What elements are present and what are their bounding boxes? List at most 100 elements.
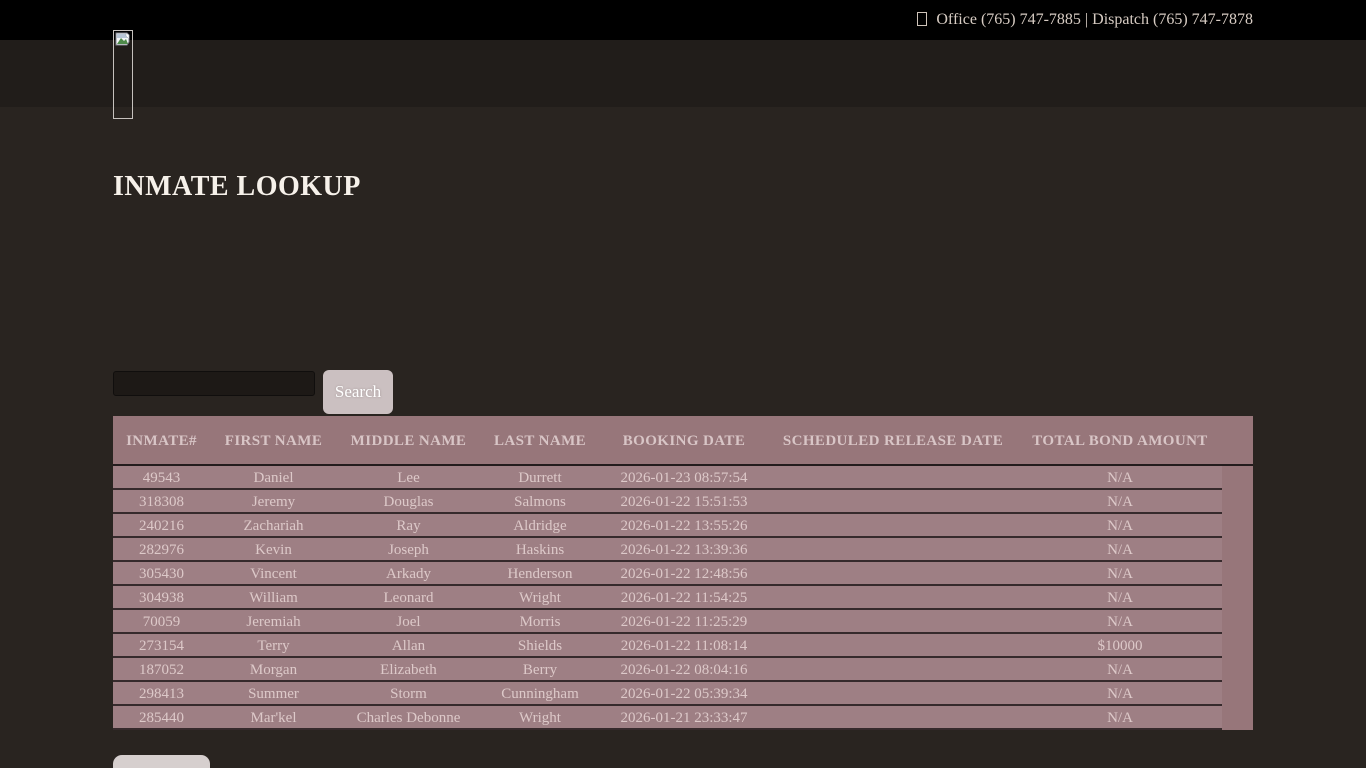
cell-scheduled-release-date: [768, 586, 1018, 608]
cell-last-name: Durrett: [480, 466, 600, 488]
cell-booking-date: 2026-01-22 15:51:53: [600, 490, 768, 512]
header-scheduled-release-date: SCHEDULED RELEASE DATE: [768, 416, 1018, 464]
cell-last-name: Cunningham: [480, 682, 600, 704]
cell-first-name: Kevin: [210, 538, 337, 560]
cell-last-name: Wright: [480, 706, 600, 728]
phone-icon: [917, 12, 927, 26]
cell-booking-date: 2026-01-22 13:55:26: [600, 514, 768, 536]
cell-inmate-number: 298413: [113, 682, 210, 704]
cell-booking-date: 2026-01-22 08:04:16: [600, 658, 768, 680]
cell-middle-name: Leonard: [337, 586, 480, 608]
cell-last-name: Shields: [480, 634, 600, 656]
header-inmate-number: INMATE#: [113, 416, 210, 464]
cell-first-name: Zachariah: [210, 514, 337, 536]
cell-scheduled-release-date: [768, 658, 1018, 680]
cell-total-bond-amount: N/A: [1018, 514, 1222, 536]
pagination-button[interactable]: Next: [113, 755, 210, 768]
cell-total-bond-amount: N/A: [1018, 562, 1222, 584]
table-body: 49543 Daniel Lee Durrett 2026-01-23 08:5…: [113, 466, 1222, 730]
cell-inmate-number: 70059: [113, 610, 210, 632]
cell-middle-name: Charles Debonne: [337, 706, 480, 728]
table-row[interactable]: 240216 Zachariah Ray Aldridge 2026-01-22…: [113, 514, 1222, 538]
cell-total-bond-amount: N/A: [1018, 490, 1222, 512]
cell-scheduled-release-date: [768, 538, 1018, 560]
cell-middle-name: Elizabeth: [337, 658, 480, 680]
table-row[interactable]: 318308 Jeremy Douglas Salmons 2026-01-22…: [113, 490, 1222, 514]
cell-scheduled-release-date: [768, 706, 1018, 728]
cell-inmate-number: 318308: [113, 490, 210, 512]
contact-bar: Office (765) 747-7885 | Dispatch (765) 7…: [0, 0, 1366, 40]
cell-total-bond-amount: N/A: [1018, 586, 1222, 608]
cell-last-name: Henderson: [480, 562, 600, 584]
cell-scheduled-release-date: [768, 634, 1018, 656]
cell-middle-name: Lee: [337, 466, 480, 488]
table-row[interactable]: 305430 Vincent Arkady Henderson 2026-01-…: [113, 562, 1222, 586]
header-last-name: LAST NAME: [480, 416, 600, 464]
cell-inmate-number: 282976: [113, 538, 210, 560]
cell-booking-date: 2026-01-22 13:39:36: [600, 538, 768, 560]
logo-link[interactable]: [113, 30, 133, 119]
cell-last-name: Berry: [480, 658, 600, 680]
cell-total-bond-amount: N/A: [1018, 658, 1222, 680]
cell-inmate-number: 240216: [113, 514, 210, 536]
cell-middle-name: Joseph: [337, 538, 480, 560]
cell-total-bond-amount: N/A: [1018, 610, 1222, 632]
cell-last-name: Aldridge: [480, 514, 600, 536]
broken-image-icon: [115, 32, 131, 46]
cell-first-name: Summer: [210, 682, 337, 704]
cell-middle-name: Douglas: [337, 490, 480, 512]
table-row[interactable]: 298413 Summer Storm Cunningham 2026-01-2…: [113, 682, 1222, 706]
nav-band: [0, 40, 1366, 107]
table-row[interactable]: 282976 Kevin Joseph Haskins 2026-01-22 1…: [113, 538, 1222, 562]
cell-first-name: Daniel: [210, 466, 337, 488]
page-title: INMATE LOOKUP: [113, 171, 361, 203]
cell-middle-name: Allan: [337, 634, 480, 656]
header-first-name: FIRST NAME: [210, 416, 337, 464]
cell-first-name: Mar'kel: [210, 706, 337, 728]
search-input[interactable]: [113, 371, 315, 396]
table-header-row: INMATE# FIRST NAME MIDDLE NAME LAST NAME…: [113, 416, 1253, 466]
cell-first-name: Terry: [210, 634, 337, 656]
table-row[interactable]: 285440 Mar'kel Charles Debonne Wright 20…: [113, 706, 1222, 730]
cell-middle-name: Joel: [337, 610, 480, 632]
cell-first-name: William: [210, 586, 337, 608]
cell-first-name: Morgan: [210, 658, 337, 680]
cell-first-name: Vincent: [210, 562, 337, 584]
header-total-bond-amount: TOTAL BOND AMOUNT: [1018, 416, 1222, 464]
table-row[interactable]: 70059 Jeremiah Joel Morris 2026-01-22 11…: [113, 610, 1222, 634]
table-row[interactable]: 304938 William Leonard Wright 2026-01-22…: [113, 586, 1222, 610]
table-row[interactable]: 187052 Morgan Elizabeth Berry 2026-01-22…: [113, 658, 1222, 682]
table-row[interactable]: 49543 Daniel Lee Durrett 2026-01-23 08:5…: [113, 466, 1222, 490]
contact-phone-text: Office (765) 747-7885 | Dispatch (765) 7…: [936, 11, 1253, 28]
header-booking-date: BOOKING DATE: [600, 416, 768, 464]
cell-booking-date: 2026-01-22 11:25:29: [600, 610, 768, 632]
cell-middle-name: Storm: [337, 682, 480, 704]
cell-first-name: Jeremy: [210, 490, 337, 512]
cell-scheduled-release-date: [768, 610, 1018, 632]
header-middle-name: MIDDLE NAME: [337, 416, 480, 464]
cell-inmate-number: 273154: [113, 634, 210, 656]
cell-total-bond-amount: N/A: [1018, 466, 1222, 488]
cell-middle-name: Arkady: [337, 562, 480, 584]
cell-total-bond-amount: N/A: [1018, 706, 1222, 728]
cell-inmate-number: 187052: [113, 658, 210, 680]
cell-first-name: Jeremiah: [210, 610, 337, 632]
cell-inmate-number: 285440: [113, 706, 210, 728]
cell-booking-date: 2026-01-22 11:08:14: [600, 634, 768, 656]
cell-scheduled-release-date: [768, 466, 1018, 488]
table-row[interactable]: 273154 Terry Allan Shields 2026-01-22 11…: [113, 634, 1222, 658]
cell-total-bond-amount: N/A: [1018, 538, 1222, 560]
inmate-table: INMATE# FIRST NAME MIDDLE NAME LAST NAME…: [113, 416, 1253, 730]
cell-booking-date: 2026-01-22 05:39:34: [600, 682, 768, 704]
cell-booking-date: 2026-01-23 08:57:54: [600, 466, 768, 488]
cell-scheduled-release-date: [768, 562, 1018, 584]
cell-inmate-number: 304938: [113, 586, 210, 608]
page: Office (765) 747-7885 | Dispatch (765) 7…: [0, 0, 1366, 768]
cell-booking-date: 2026-01-22 11:54:25: [600, 586, 768, 608]
cell-scheduled-release-date: [768, 490, 1018, 512]
cell-last-name: Salmons: [480, 490, 600, 512]
cell-booking-date: 2026-01-21 23:33:47: [600, 706, 768, 728]
cell-last-name: Wright: [480, 586, 600, 608]
search-button[interactable]: Search: [323, 370, 393, 414]
cell-total-bond-amount: N/A: [1018, 682, 1222, 704]
